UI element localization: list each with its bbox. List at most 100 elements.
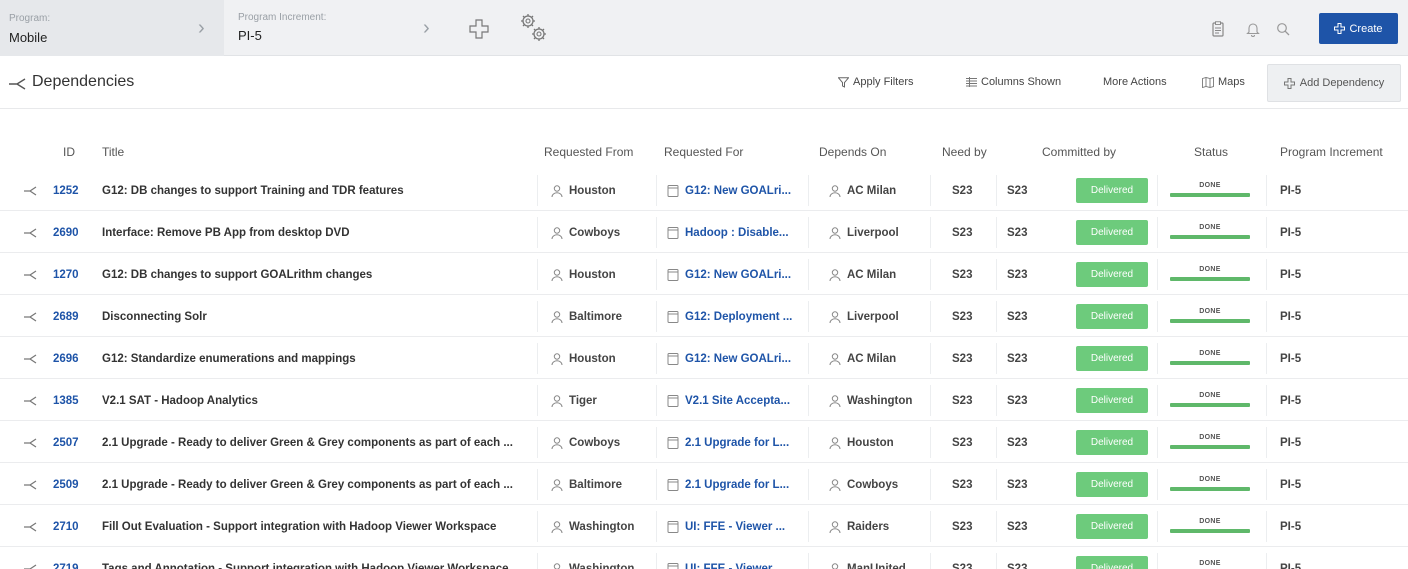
add-dependency-button[interactable]: Add Dependency xyxy=(1267,64,1401,102)
col-header-need-by[interactable]: Need by xyxy=(942,145,987,159)
delivered-badge: Delivered xyxy=(1076,170,1148,211)
table-row[interactable]: 2507 2.1 Upgrade - Ready to deliver Gree… xyxy=(0,422,1408,463)
team-icon xyxy=(829,436,841,449)
dependency-title[interactable]: Disconnecting Solr xyxy=(102,296,532,337)
table-row[interactable]: 2696 G12: Standardize enumerations and m… xyxy=(0,338,1408,379)
table-row[interactable]: 1385 V2.1 SAT - Hadoop Analytics Tiger V… xyxy=(0,380,1408,421)
requested-for-feature-link[interactable]: G12: New GOALri... xyxy=(666,254,796,295)
dependency-title[interactable]: 2.1 Upgrade - Ready to deliver Green & G… xyxy=(102,464,532,505)
table-row[interactable]: 2719 Tags and Annotation - Support integ… xyxy=(0,548,1408,569)
columns-shown-button[interactable]: Columns Shown xyxy=(966,76,1061,88)
column-divider xyxy=(537,469,538,500)
dependency-title[interactable]: 2.1 Upgrade - Ready to deliver Green & G… xyxy=(102,422,532,463)
dependency-link-icon xyxy=(23,170,43,211)
column-divider xyxy=(537,511,538,542)
column-divider xyxy=(537,217,538,248)
dependency-link-icon xyxy=(23,296,43,337)
dependency-title[interactable]: G12: Standardize enumerations and mappin… xyxy=(102,338,532,379)
dependency-id-link[interactable]: 2696 xyxy=(53,338,93,379)
dependency-id-link[interactable]: 1270 xyxy=(53,254,93,295)
status-progress: DONE xyxy=(1168,422,1256,463)
cell-for: UI: FFE - Viewer ... xyxy=(685,520,786,533)
apply-filters-button[interactable]: Apply Filters xyxy=(838,76,914,88)
requested-for-feature-link[interactable]: V2.1 Site Accepta... xyxy=(666,380,796,421)
dependency-id-link[interactable]: 2690 xyxy=(53,212,93,253)
cell-committed: S23 xyxy=(1007,562,1028,569)
bell-icon[interactable] xyxy=(1243,19,1263,39)
cell-need: S23 xyxy=(952,184,973,197)
dependency-title[interactable]: Interface: Remove PB App from desktop DV… xyxy=(102,212,532,253)
column-divider xyxy=(1266,511,1267,542)
column-divider xyxy=(656,217,657,248)
table-row[interactable]: 2509 2.1 Upgrade - Ready to deliver Gree… xyxy=(0,464,1408,505)
dependency-title[interactable]: Tags and Annotation - Support integratio… xyxy=(102,548,532,569)
clipboard-icon[interactable] xyxy=(1208,19,1228,39)
requested-for-feature-link[interactable]: G12: Deployment ... xyxy=(666,296,796,337)
cell-status: DONE xyxy=(1199,391,1221,399)
dependency-id-link[interactable]: 1385 xyxy=(53,380,93,421)
column-divider xyxy=(808,259,809,290)
requested-for-feature-link[interactable]: 2.1 Upgrade for L... xyxy=(666,464,796,505)
need-by-sprint: S23 xyxy=(952,338,992,379)
dependency-title[interactable]: Fill Out Evaluation - Support integratio… xyxy=(102,506,532,547)
column-divider xyxy=(1266,301,1267,332)
dependency-id-link[interactable]: 2689 xyxy=(53,296,93,337)
dependency-id-link[interactable]: 2509 xyxy=(53,464,93,505)
depends-on-team: ManUnited xyxy=(828,548,928,569)
cell-status: DONE xyxy=(1199,307,1221,315)
col-header-requested-from[interactable]: Requested From xyxy=(544,145,633,159)
dependency-id-link[interactable]: 2507 xyxy=(53,422,93,463)
col-header-requested-for[interactable]: Requested For xyxy=(664,145,743,159)
requested-for-feature-link[interactable]: Hadoop : Disable... xyxy=(666,212,796,253)
dependency-title[interactable]: V2.1 SAT - Hadoop Analytics xyxy=(102,380,532,421)
add-icon[interactable] xyxy=(468,18,490,40)
delivered-badge: Delivered xyxy=(1076,422,1148,463)
more-actions-button[interactable]: More Actions xyxy=(1103,76,1167,88)
column-divider xyxy=(1157,259,1158,290)
col-header-program-increment[interactable]: Program Increment xyxy=(1280,145,1383,159)
cell-pi: PI-5 xyxy=(1280,478,1302,491)
table-row[interactable]: 2690 Interface: Remove PB App from deskt… xyxy=(0,212,1408,253)
dependency-id-link[interactable]: 2710 xyxy=(53,506,93,547)
program-increment-value: PI-5 xyxy=(1280,296,1340,337)
col-header-depends-on[interactable]: Depends On xyxy=(819,145,886,159)
search-icon[interactable] xyxy=(1273,19,1293,39)
cell-committed: S23 xyxy=(1007,226,1028,239)
col-header-committed-by[interactable]: Committed by xyxy=(1042,145,1116,159)
settings-gears-icon[interactable] xyxy=(519,12,549,44)
cell-status: DONE xyxy=(1199,265,1221,273)
create-button[interactable]: Create xyxy=(1319,13,1398,44)
dependency-id-link[interactable]: 2719 xyxy=(53,548,93,569)
col-header-id[interactable]: ID xyxy=(63,145,75,159)
cell-depends: Cowboys xyxy=(847,478,899,491)
pi-label: Program Increment: xyxy=(238,12,327,23)
table-row[interactable]: 2689 Disconnecting Solr Baltimore G12: D… xyxy=(0,296,1408,337)
col-header-title[interactable]: Title xyxy=(102,145,124,159)
requested-for-feature-link[interactable]: 2.1 Upgrade for L... xyxy=(666,422,796,463)
table-row[interactable]: 2710 Fill Out Evaluation - Support integ… xyxy=(0,506,1408,547)
cell-need: S23 xyxy=(952,352,973,365)
column-divider xyxy=(656,259,657,290)
depends-on-team: Washington xyxy=(828,380,928,421)
dependency-link-icon xyxy=(23,422,43,463)
requested-for-feature-link[interactable]: UI: FFE - Viewer ... xyxy=(666,548,796,569)
dependency-title[interactable]: G12: DB changes to support Training and … xyxy=(102,170,532,211)
program-selector[interactable]: Program: Mobile xyxy=(0,0,224,56)
col-header-status[interactable]: Status xyxy=(1194,145,1228,159)
dependency-title[interactable]: G12: DB changes to support GOALrithm cha… xyxy=(102,254,532,295)
requested-for-feature-link[interactable]: UI: FFE - Viewer ... xyxy=(666,506,796,547)
dependency-id-link[interactable]: 1252 xyxy=(53,170,93,211)
maps-label: Maps xyxy=(1218,76,1245,88)
feature-icon xyxy=(667,310,679,323)
cell-title: V2.1 SAT - Hadoop Analytics xyxy=(102,394,258,407)
requested-for-feature-link[interactable]: G12: New GOALri... xyxy=(666,338,796,379)
requested-for-feature-link[interactable]: G12: New GOALri... xyxy=(666,170,796,211)
cell-depends: Raiders xyxy=(847,520,890,533)
requested-from-team: Houston xyxy=(550,254,650,295)
program-increment-selector[interactable]: Program Increment: PI-5 xyxy=(228,0,448,56)
cell-depends: Washington xyxy=(847,394,913,407)
table-row[interactable]: 1252 G12: DB changes to support Training… xyxy=(0,170,1408,211)
cell-depends: AC Milan xyxy=(847,268,897,281)
maps-button[interactable]: Maps xyxy=(1202,76,1245,88)
table-row[interactable]: 1270 G12: DB changes to support GOALrith… xyxy=(0,254,1408,295)
